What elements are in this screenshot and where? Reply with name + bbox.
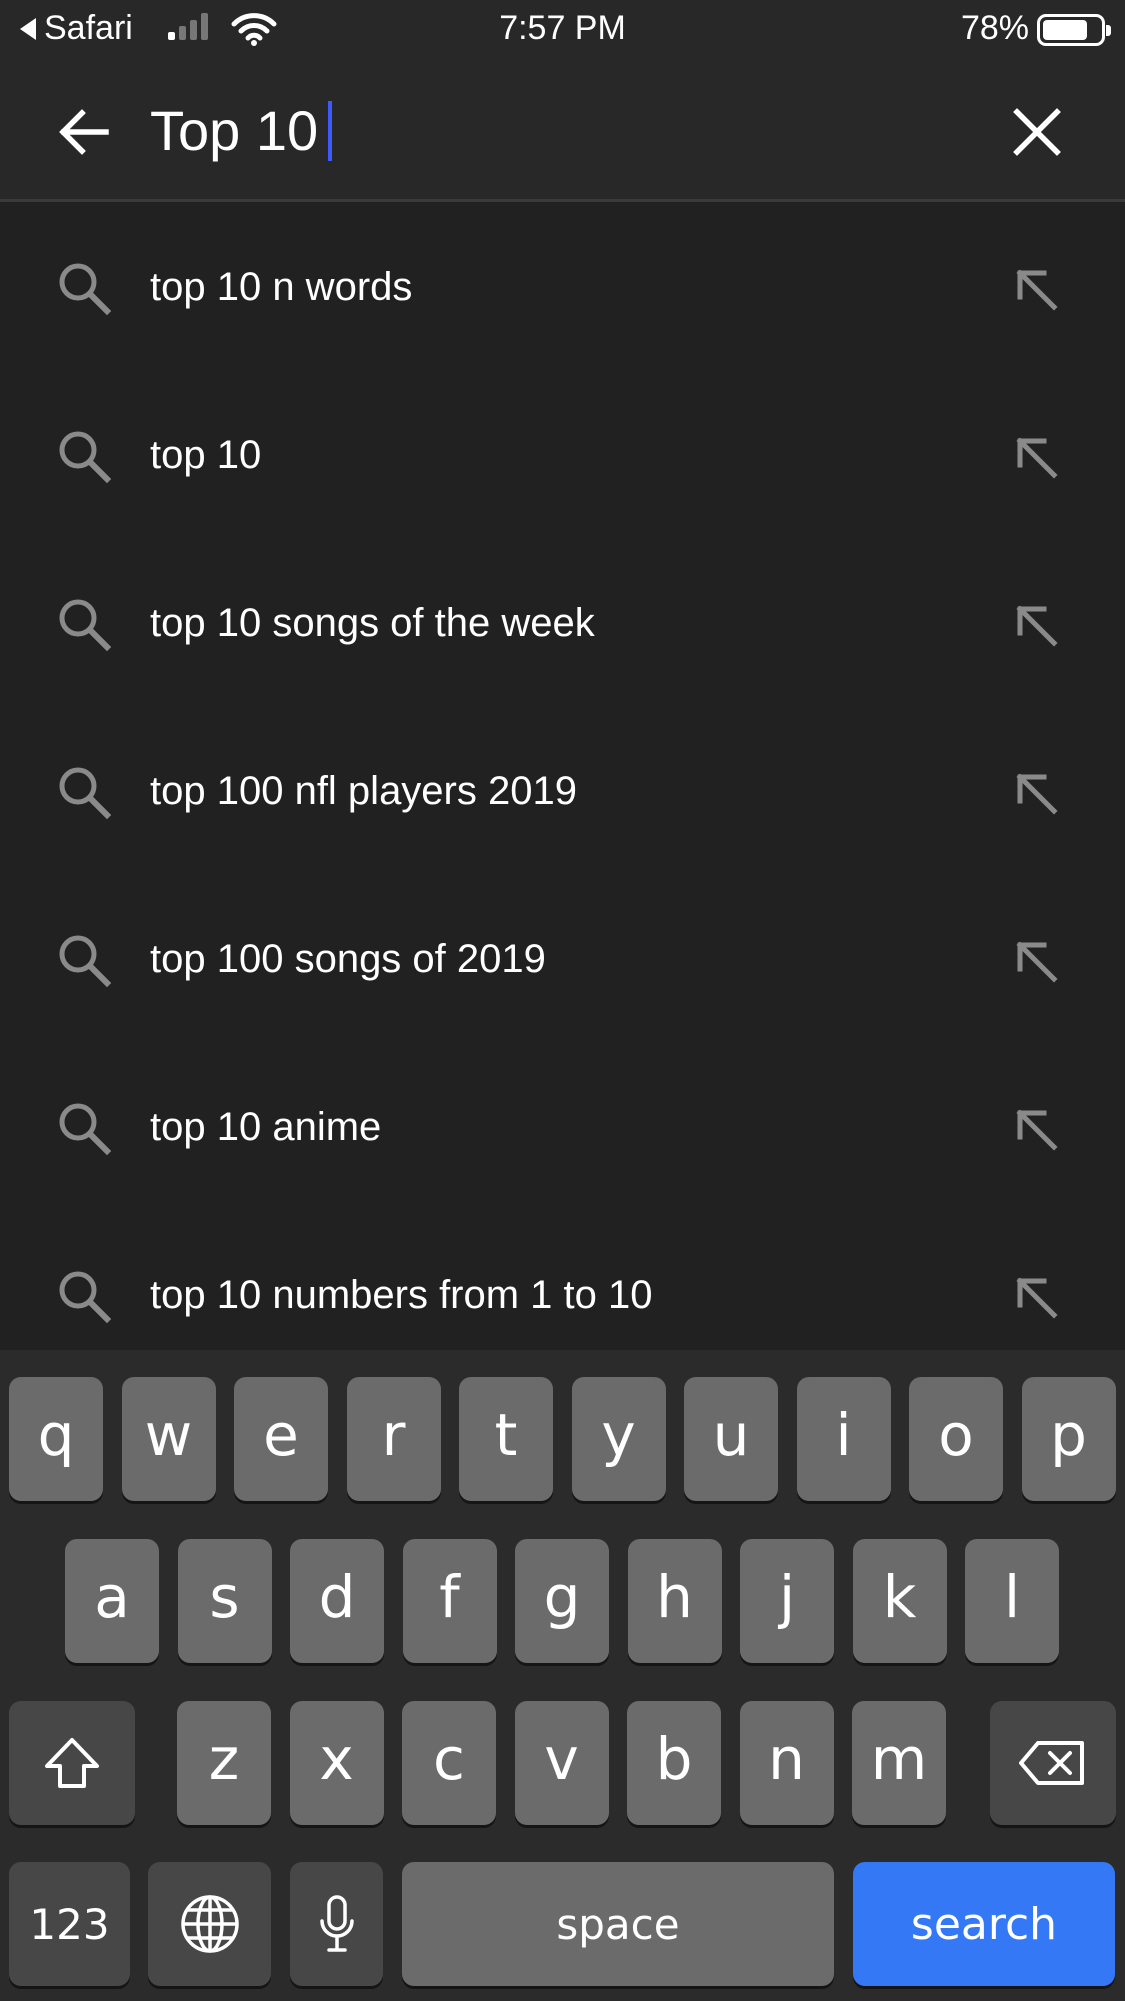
key-b[interactable]: b [627,1701,721,1825]
key-f[interactable]: f [402,1539,497,1663]
key-l[interactable]: l [965,1539,1059,1663]
search-icon [59,1103,112,1156]
key-j[interactable]: j [740,1539,834,1663]
key-n[interactable]: n [739,1701,834,1825]
fill-query-arrow-icon[interactable] [1010,263,1062,315]
clear-search-icon[interactable] [1009,104,1065,160]
suggestion-text: top 10 [150,433,262,477]
suggestion-item[interactable]: top 10 songs of the week [0,541,1125,709]
back-arrow-icon[interactable] [52,100,116,164]
suggestion-list: top 10 n words top 10 top 10 songs of th… [0,205,1125,1350]
search-icon [59,1271,112,1324]
key-m[interactable]: m [852,1701,946,1825]
fill-query-arrow-icon[interactable] [1010,1103,1062,1155]
key-c[interactable]: c [402,1701,496,1825]
backspace-icon [1019,1741,1084,1785]
key-v[interactable]: v [514,1701,609,1825]
suggestion-item[interactable]: top 10 n words [0,205,1125,373]
numbers-key[interactable]: 123 [9,1862,130,1986]
battery-icon [1037,14,1111,46]
battery-percent: 78% [960,9,1029,47]
key-d[interactable]: d [290,1539,384,1663]
key-t[interactable]: t [459,1377,553,1501]
key-w[interactable]: w [121,1377,216,1501]
suggestion-text: top 10 numbers from 1 to 10 [150,1273,653,1317]
key-z[interactable]: z [177,1701,271,1825]
suggestion-text: top 100 songs of 2019 [150,937,546,981]
key-o[interactable]: o [909,1377,1003,1501]
key-i[interactable]: i [796,1377,891,1501]
shift-key[interactable] [9,1701,135,1825]
search-icon [59,263,112,316]
key-q[interactable]: q [9,1377,103,1501]
search-query-text: Top 10 [150,99,319,162]
microphone-icon [319,1895,354,1952]
suggestion-item[interactable]: top 10 anime [0,1045,1125,1213]
key-g[interactable]: g [515,1539,609,1663]
suggestion-text: top 10 n words [150,265,413,309]
key-r[interactable]: r [346,1377,441,1501]
status-bar: Safari 7:57 PM 78% [0,0,1125,60]
search-icon [59,431,112,484]
search-icon [59,599,112,652]
dictation-key[interactable] [290,1862,383,1986]
key-p[interactable]: p [1021,1377,1116,1501]
suggestion-item[interactable]: top 10 [0,373,1125,541]
suggestion-item[interactable]: top 100 nfl players 2019 [0,709,1125,877]
shift-icon [45,1738,99,1788]
suggestion-item[interactable]: top 100 songs of 2019 [0,877,1125,1045]
key-s[interactable]: s [177,1539,272,1663]
clock: 7:57 PM [499,9,626,47]
search-header: Top 10 [0,60,1125,202]
space-key[interactable]: space [402,1862,834,1986]
search-input[interactable]: Top 10 [150,98,333,164]
text-caret [328,101,333,161]
fill-query-arrow-icon[interactable] [1010,599,1062,651]
search-icon [59,935,112,988]
battery-level [1043,20,1087,40]
key-a[interactable]: a [65,1539,159,1663]
suggestion-text: top 10 songs of the week [150,601,595,645]
key-k[interactable]: k [852,1539,947,1663]
search-icon [59,767,112,820]
key-e[interactable]: e [234,1377,328,1501]
globe-key[interactable] [148,1862,271,1986]
key-u[interactable]: u [684,1377,778,1501]
fill-query-arrow-icon[interactable] [1010,767,1062,819]
key-h[interactable]: h [627,1539,722,1663]
search-key[interactable]: search [853,1862,1115,1986]
delete-key[interactable] [990,1701,1116,1825]
fill-query-arrow-icon[interactable] [1010,935,1062,987]
fill-query-arrow-icon[interactable] [1010,1271,1062,1323]
suggestion-text: top 10 anime [150,1105,382,1149]
fill-query-arrow-icon[interactable] [1010,431,1062,483]
globe-icon [180,1895,239,1953]
keyboard: 123 space search qwertyuiop asdfghjkl zxcv… [0,1350,1125,2001]
suggestion-item[interactable]: top 10 numbers from 1 to 10 [0,1213,1125,1350]
suggestion-text: top 100 nfl players 2019 [150,769,577,813]
key-x[interactable]: x [289,1701,384,1825]
key-y[interactable]: y [571,1377,666,1501]
